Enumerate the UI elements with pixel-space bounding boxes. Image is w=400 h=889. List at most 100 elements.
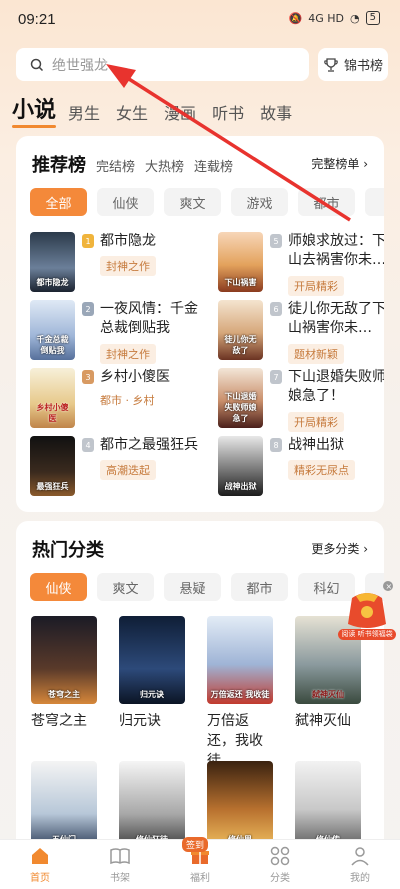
more-categories-label: 更多分类 xyxy=(311,542,360,556)
nav-welfare-label: 福利 xyxy=(190,873,210,884)
chip-suspense[interactable]: 悬疑 xyxy=(164,573,221,601)
book-cover: 战神出狱 xyxy=(218,436,263,496)
rank-badge: 8 xyxy=(270,438,282,452)
subtab-serial[interactable]: 连载榜 xyxy=(194,156,233,175)
hot-header: 热门分类 xyxy=(32,536,104,562)
rank-item[interactable]: 下山退婚失败师娘急了 7 下山退婚失败师娘急了！ 开局精彩 xyxy=(218,368,384,432)
search-bar[interactable]: 绝世强龙 xyxy=(16,48,309,81)
tab-female[interactable]: 女生 xyxy=(116,100,148,124)
book-title[interactable]: 苍穹之主 xyxy=(31,711,99,731)
book-cover: 下山退婚失败师娘急了 xyxy=(218,368,263,428)
tab-story[interactable]: 故事 xyxy=(260,100,292,124)
book-cover[interactable]: 修仙狂徒 xyxy=(119,761,185,849)
cover-text: 弑神灭仙 xyxy=(312,690,344,699)
rank-badge: 7 xyxy=(270,370,282,384)
book-cover[interactable]: 归元诀 xyxy=(119,616,185,704)
tab-novel[interactable]: 小说 xyxy=(12,92,57,128)
book-title: 战神出狱 xyxy=(288,437,344,453)
search-placeholder: 绝世强龙 xyxy=(52,57,108,74)
rank-badge: 6 xyxy=(270,302,282,316)
tab-male[interactable]: 男生 xyxy=(68,100,100,124)
more-categories-link[interactable]: 更多分类 › xyxy=(311,540,368,557)
rank-badge: 3 xyxy=(82,370,94,384)
chip-urban[interactable]: 都市 xyxy=(231,573,288,601)
rank-item[interactable]: 都市隐龙 1 都市隐龙 封神之作 xyxy=(30,232,210,296)
hot-title: 热门分类 xyxy=(32,540,104,561)
rank-list-label: 锦书榜 xyxy=(343,59,383,74)
wifi-icon: ◔ xyxy=(350,11,360,25)
rank-list-button[interactable]: 锦书榜 xyxy=(318,48,388,81)
cover-text: 乡村小傻医 xyxy=(36,403,69,423)
svg-text:×: × xyxy=(386,582,393,591)
chevron-right-icon: › xyxy=(363,157,368,171)
book-title: 师娘求放过：下山去祸害你未… xyxy=(288,233,384,268)
book-tag: 高潮迭起 xyxy=(100,460,156,480)
chip-xianxia[interactable]: 仙侠 xyxy=(97,188,154,216)
chip-game[interactable]: 游戏 xyxy=(231,188,288,216)
cover-text: 归元诀 xyxy=(140,690,164,699)
chip-all[interactable]: 全部 xyxy=(30,188,87,216)
chip-shuangwen[interactable]: 爽文 xyxy=(97,573,154,601)
book-title: 徒儿你无敌了下山祸害你未… xyxy=(288,301,384,336)
rank-item[interactable]: 最强狂兵 4 都市之最强狂兵 高潮迭起 xyxy=(30,436,210,500)
cover-text: 徒儿你无敌了 xyxy=(224,335,257,355)
book-title: 都市之最强狂兵 xyxy=(100,437,198,453)
tab-comic[interactable]: 漫画 xyxy=(164,100,196,124)
book-tag: 都市 · 乡村 xyxy=(100,394,155,407)
book-cover[interactable]: 苍穹之主 xyxy=(31,616,97,704)
category-tabs: 小说 男生 女生 漫画 听书 故事 xyxy=(12,92,308,128)
book-cover: 乡村小傻医 xyxy=(30,368,75,428)
sign-in-badge: 签到 xyxy=(182,837,209,852)
trophy-icon xyxy=(324,57,338,72)
status-time: 09:21 xyxy=(18,11,56,28)
recommend-card: 推荐榜 完结榜 大热榜 连载榜 完整榜单 › 全部 仙侠 爽文 游戏 都市 玄 … xyxy=(16,136,384,512)
book-cover: 徒儿你无敌了 xyxy=(218,300,263,360)
profile-icon xyxy=(351,847,369,866)
chip-urban[interactable]: 都市 xyxy=(298,188,355,216)
cover-text: 下山祸害 xyxy=(224,278,257,287)
book-tag: 开局精彩 xyxy=(288,412,344,432)
rank-item[interactable]: 乡村小傻医 3 乡村小傻医 都市 · 乡村 xyxy=(30,368,210,432)
nav-bookshelf[interactable]: 书架 xyxy=(90,845,150,884)
book-cover: 都市隐龙 xyxy=(30,232,75,292)
nav-home-label: 首页 xyxy=(30,873,50,884)
subtab-completed[interactable]: 完结榜 xyxy=(96,156,135,175)
full-list-link[interactable]: 完整榜单 › xyxy=(311,155,368,172)
grid-icon xyxy=(270,846,290,866)
chip-xuan[interactable]: 玄 xyxy=(365,188,384,216)
book-title: 下山退婚失败师娘急了！ xyxy=(288,369,384,404)
bookshelf-icon xyxy=(110,848,130,865)
nav-welfare[interactable]: 签到 福利 xyxy=(170,837,230,884)
nav-home[interactable]: 首页 xyxy=(10,845,70,884)
book-cover[interactable]: 修仙传 xyxy=(295,761,361,849)
recommend-title: 推荐榜 xyxy=(32,155,86,176)
book-cover[interactable]: 修仙界 xyxy=(207,761,273,849)
full-list-label: 完整榜单 xyxy=(311,157,360,171)
book-cover[interactable]: 万倍返还 我收徒 xyxy=(207,616,273,704)
nav-profile[interactable]: 我的 xyxy=(330,845,390,884)
book-title[interactable]: 归元诀 xyxy=(119,711,187,731)
rank-item[interactable]: 徒儿你无敌了 6 徒儿你无敌了下山祸害你未… 题材新颖 xyxy=(218,300,384,364)
network-indicator: 4G HD xyxy=(308,11,345,25)
tab-audiobook[interactable]: 听书 xyxy=(212,100,244,124)
gift-label: 阅读 听书领福袋 xyxy=(338,629,396,640)
floating-gift-button[interactable]: × 阅读 听书领福袋 xyxy=(338,580,396,642)
book-cover[interactable]: 五仙门 xyxy=(31,761,97,849)
book-tag: 精彩无尿点 xyxy=(288,460,355,480)
nav-bookshelf-label: 书架 xyxy=(110,873,130,884)
book-cover: 最强狂兵 xyxy=(30,436,75,496)
book-cover: 下山祸害 xyxy=(218,232,263,292)
rank-item[interactable]: 下山祸害 5 师娘求放过：下山去祸害你未… 开局精彩 xyxy=(218,232,384,296)
rank-item[interactable]: 战神出狱 8 战神出狱 精彩无尿点 xyxy=(218,436,384,500)
chip-shuangwen[interactable]: 爽文 xyxy=(164,188,221,216)
home-icon xyxy=(32,848,48,864)
rank-item[interactable]: 千金总裁倒贴我 2 一夜风情：千金总裁倒贴我 封神之作 xyxy=(30,300,210,364)
book-title[interactable]: 弑神灭仙 xyxy=(295,711,363,731)
nav-category[interactable]: 分类 xyxy=(250,845,310,884)
cover-text: 万倍返还 我收徒 xyxy=(210,690,270,699)
chip-xianxia[interactable]: 仙侠 xyxy=(30,573,87,601)
book-tag: 题材新颖 xyxy=(288,344,344,364)
recommend-header: 推荐榜 完结榜 大热榜 连载榜 xyxy=(32,151,233,177)
subtab-hot[interactable]: 大热榜 xyxy=(145,156,184,175)
hot-category-card: 热门分类 更多分类 › 仙侠 爽文 悬疑 都市 科幻 玄 苍穹之主 苍穹之主 归… xyxy=(16,521,384,851)
